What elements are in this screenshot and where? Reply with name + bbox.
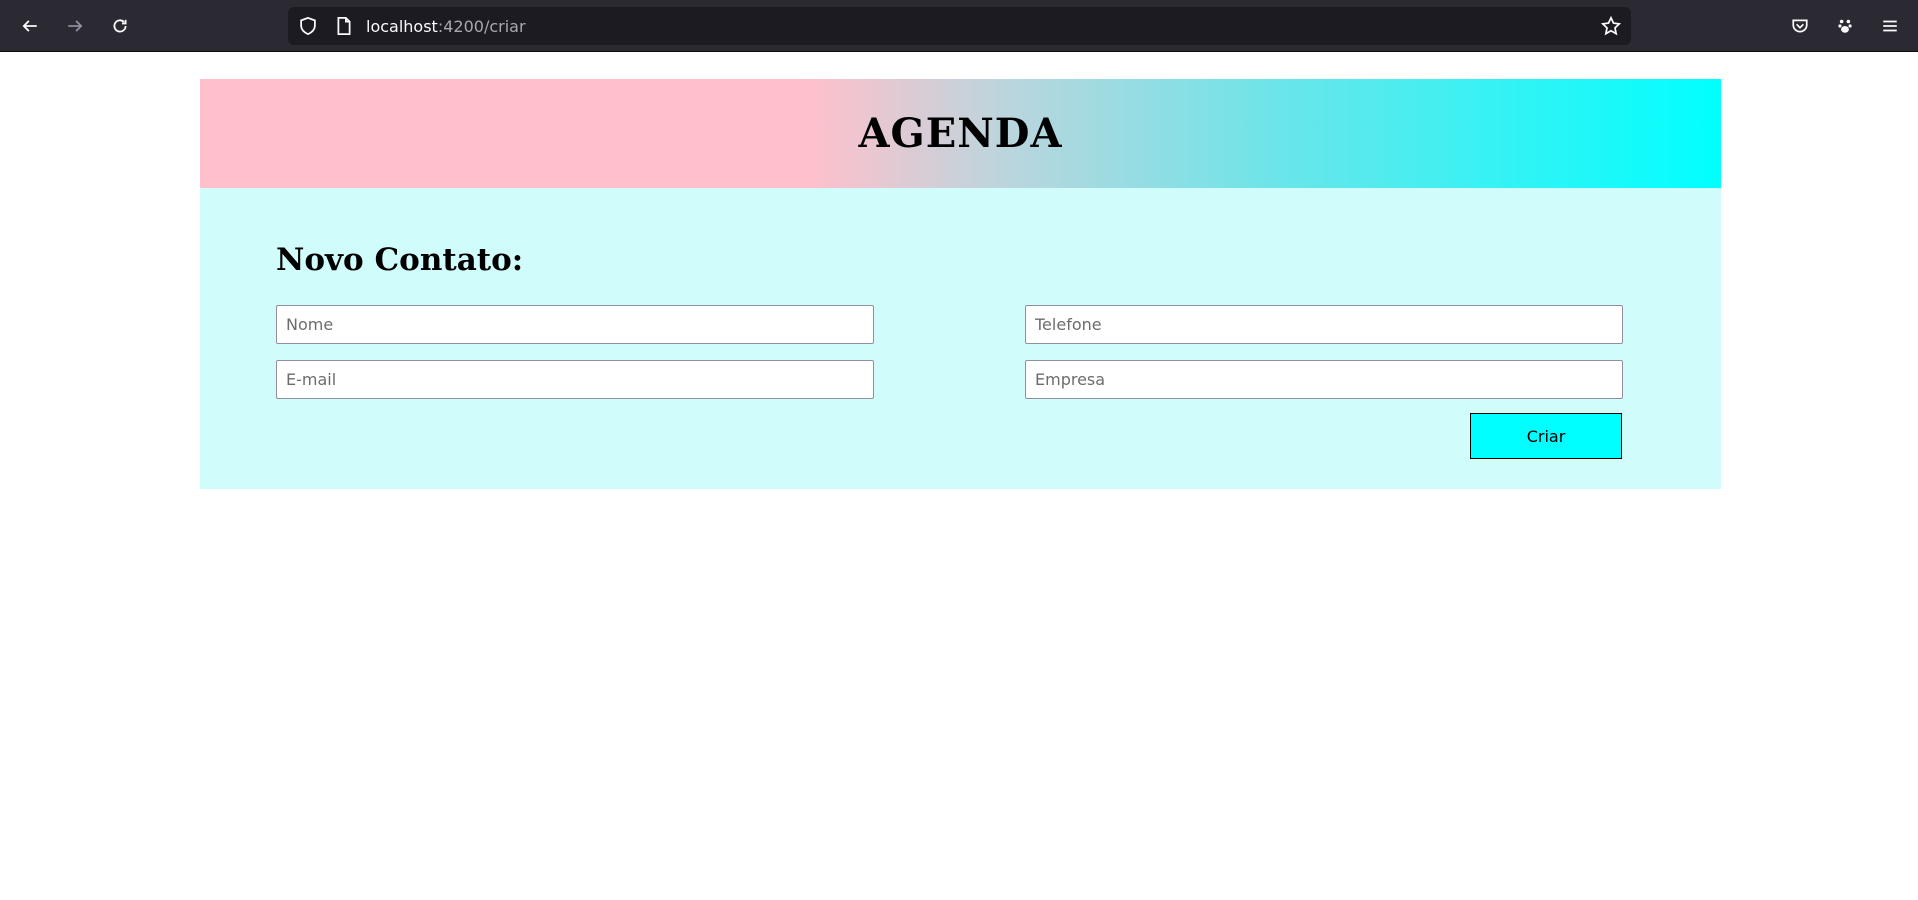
menu-icon[interactable] — [1878, 14, 1902, 38]
star-icon[interactable] — [1601, 16, 1621, 36]
nome-input[interactable] — [276, 305, 874, 344]
url-bar[interactable]: localhost:4200/criar — [288, 7, 1631, 45]
shield-icon[interactable] — [298, 16, 318, 36]
form-title: Novo Contato: — [276, 242, 524, 278]
app-header: AGENDA — [200, 79, 1721, 188]
url-text[interactable]: localhost:4200/criar — [366, 17, 526, 36]
url-host: localhost — [366, 17, 438, 36]
url-path: :4200/criar — [437, 17, 526, 36]
page-icon — [337, 17, 351, 35]
new-contact-form: Novo Contato: Criar — [200, 188, 1721, 489]
agenda-app: AGENDA Novo Contato: Criar — [200, 79, 1721, 489]
app-title: AGENDA — [858, 110, 1063, 157]
browser-toolbar: localhost:4200/criar — [0, 0, 1918, 52]
pocket-icon[interactable] — [1788, 14, 1812, 38]
back-icon[interactable] — [14, 10, 46, 42]
criar-button[interactable]: Criar — [1470, 413, 1622, 459]
reload-icon[interactable] — [104, 10, 136, 42]
email-input[interactable] — [276, 360, 874, 399]
telefone-input[interactable] — [1025, 305, 1623, 344]
forward-icon[interactable] — [59, 10, 91, 42]
empresa-input[interactable] — [1025, 360, 1623, 399]
extension-icon[interactable] — [1833, 14, 1857, 38]
